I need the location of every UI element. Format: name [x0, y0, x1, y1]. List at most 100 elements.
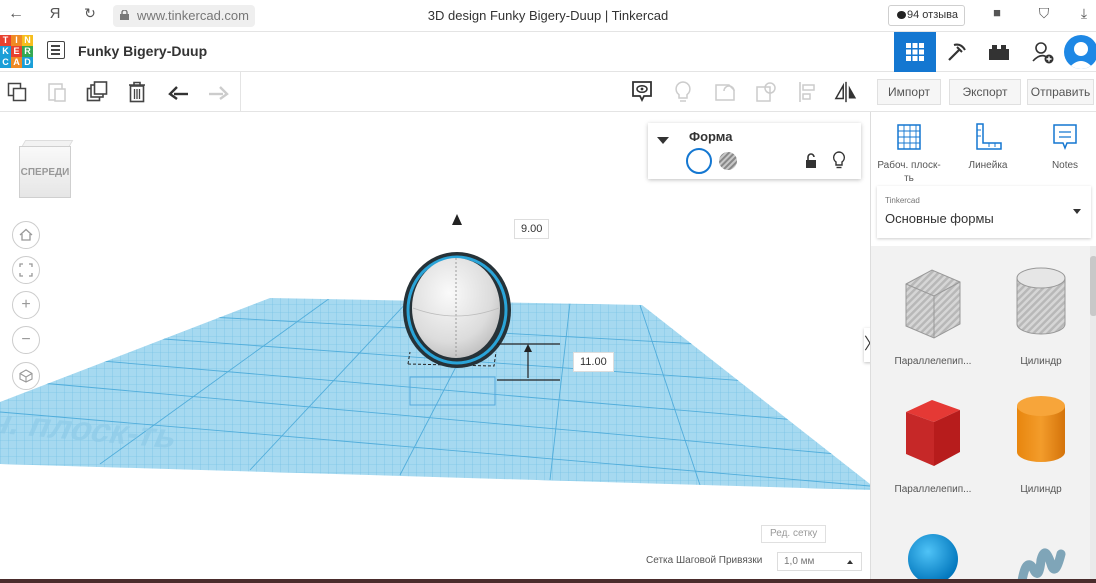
workplane-icon — [897, 124, 921, 150]
zoom-in-button[interactable]: + — [12, 291, 40, 319]
minus-icon: − — [21, 331, 31, 348]
zoom-out-button[interactable]: − — [12, 326, 40, 354]
avatar[interactable] — [1064, 35, 1096, 69]
copy-button[interactable] — [5, 80, 29, 104]
edit-grid-button[interactable]: Ред. сетку — [761, 525, 827, 543]
snap-grid-select[interactable]: 1,0 мм — [777, 552, 862, 571]
workplane-canvas[interactable]: Рабоч. плоск-ть — [0, 112, 870, 583]
redo-button[interactable] — [206, 80, 230, 104]
shape-scribble[interactable] — [991, 522, 1091, 583]
lock-icon — [120, 10, 129, 20]
show-hidden-button[interactable] — [671, 80, 695, 104]
import-button[interactable]: Импорт — [877, 79, 941, 105]
brick-icon — [989, 45, 1009, 60]
ruler-icon — [976, 123, 1002, 150]
reload-icon[interactable]: ↻ — [80, 5, 100, 22]
design-name[interactable]: Funky Bigery-Duup — [78, 43, 207, 59]
shape-cylinder-hole[interactable]: Цилиндр — [991, 258, 1091, 378]
hole-option[interactable] — [718, 151, 738, 171]
redo-icon — [209, 86, 229, 100]
align-button[interactable] — [795, 80, 819, 104]
mirror-button[interactable] — [834, 80, 858, 104]
blocks-button[interactable] — [936, 32, 978, 72]
view-cube[interactable]: СПЕРЕДИ — [19, 140, 74, 200]
download-icon[interactable]: ⤓ — [1074, 5, 1094, 22]
panel-tools: Рабоч. плоск-ть Линейка Notes Tinkercad … — [871, 112, 1096, 246]
elevation-dimension[interactable]: 11.00 — [573, 352, 614, 372]
3d-view-button[interactable] — [894, 32, 936, 72]
ungroup-button[interactable] — [754, 80, 778, 104]
paste-button[interactable] — [45, 80, 69, 104]
box-hole-icon — [905, 269, 961, 339]
collapse-caret-icon[interactable] — [657, 137, 669, 145]
logo-tile: N — [22, 35, 33, 46]
shape-panel-title: Форма — [689, 129, 733, 144]
height-handle[interactable] — [452, 214, 462, 225]
user-avatar-icon — [1068, 42, 1094, 69]
copy-icon — [7, 82, 27, 102]
export-button[interactable]: Экспорт — [949, 79, 1021, 105]
browser-logo-icon[interactable]: Я — [45, 5, 65, 22]
ruler-tool[interactable]: Линейка — [956, 122, 1020, 172]
duplicate-button[interactable] — [85, 80, 109, 104]
perspective-icon — [19, 369, 33, 383]
action-bar: Импорт Экспорт Отправить — [870, 72, 1096, 112]
library-category: Основные формы — [885, 211, 994, 226]
shapes-scrollbar[interactable] — [1090, 246, 1096, 583]
send-button[interactable]: Отправить — [1027, 79, 1094, 105]
view-cube-front[interactable]: СПЕРЕДИ — [19, 146, 71, 198]
taskbar-edge — [0, 579, 1096, 583]
app-header: TINKERCAD Funky Bigery-Duup — [0, 32, 1096, 72]
height-dimension[interactable]: 9.00 — [514, 219, 550, 239]
notes-bubble-icon — [632, 81, 652, 103]
protect-icon[interactable]: ⛉ — [1034, 5, 1054, 22]
shape-library-select[interactable]: Tinkercad Основные формы — [877, 186, 1091, 238]
hide-shape-icon[interactable] — [832, 151, 846, 169]
shape-cylinder[interactable]: Цилиндр — [991, 386, 1091, 506]
cylinder-hole-icon — [1016, 267, 1066, 335]
duplicate-icon — [86, 81, 108, 102]
mirror-icon — [834, 81, 857, 103]
box-icon — [906, 400, 960, 466]
scrollbar-thumb[interactable] — [1090, 256, 1096, 316]
undo-button[interactable] — [167, 80, 191, 104]
paste-icon — [48, 83, 66, 102]
back-icon[interactable]: ← — [6, 5, 26, 23]
delete-button[interactable] — [125, 80, 149, 104]
notes-toggle-button[interactable] — [630, 80, 654, 104]
pickaxe-icon — [948, 43, 966, 61]
solid-option[interactable] — [686, 148, 712, 174]
shape-sphere[interactable] — [883, 522, 983, 583]
reviews-button[interactable]: 94 отзыва — [888, 5, 965, 26]
shape-box[interactable]: Параллелепип... — [883, 386, 983, 506]
home-view-button[interactable] — [12, 221, 40, 249]
grid-view-icon — [906, 43, 924, 61]
notes-tool[interactable]: Notes — [1033, 122, 1096, 172]
reviews-label: 94 отзыва — [907, 9, 958, 21]
ungroup-icon — [756, 82, 776, 102]
design-list-icon[interactable] — [47, 41, 65, 59]
perspective-button[interactable] — [12, 362, 40, 390]
bookmark-icon[interactable]: ■ — [987, 5, 1007, 20]
fit-view-button[interactable] — [12, 256, 40, 284]
align-icon — [799, 82, 815, 102]
bricks-button[interactable] — [978, 32, 1020, 72]
group-button[interactable] — [713, 80, 737, 104]
add-user-icon — [1032, 42, 1054, 64]
toolbar-divider — [240, 72, 241, 112]
plus-icon: + — [21, 296, 31, 313]
url-text: www.tinkercad.com — [137, 8, 249, 23]
address-bar[interactable]: www.tinkercad.com — [113, 5, 255, 27]
share-user-button[interactable] — [1022, 32, 1064, 72]
workspace[interactable]: Рабоч. плоск-ть СПЕРЕДИ + − Форма 9.00 1… — [0, 112, 870, 583]
shape-caption: Параллелепип... — [894, 356, 972, 367]
tinkercad-logo[interactable]: TINKERCAD — [0, 35, 34, 69]
shapes-panel: Рабоч. плоск-ть Линейка Notes Tinkercad … — [870, 112, 1096, 583]
lock-shape-icon[interactable] — [805, 153, 817, 169]
workplane-tool[interactable]: Рабоч. плоск-ть — [877, 122, 941, 185]
logo-tile: A — [11, 57, 22, 68]
dropdown-caret-icon — [847, 560, 853, 564]
shape-box-hole[interactable]: Параллелепип... — [883, 258, 983, 378]
logo-tile: K — [0, 46, 11, 57]
logo-tile: C — [0, 57, 11, 68]
